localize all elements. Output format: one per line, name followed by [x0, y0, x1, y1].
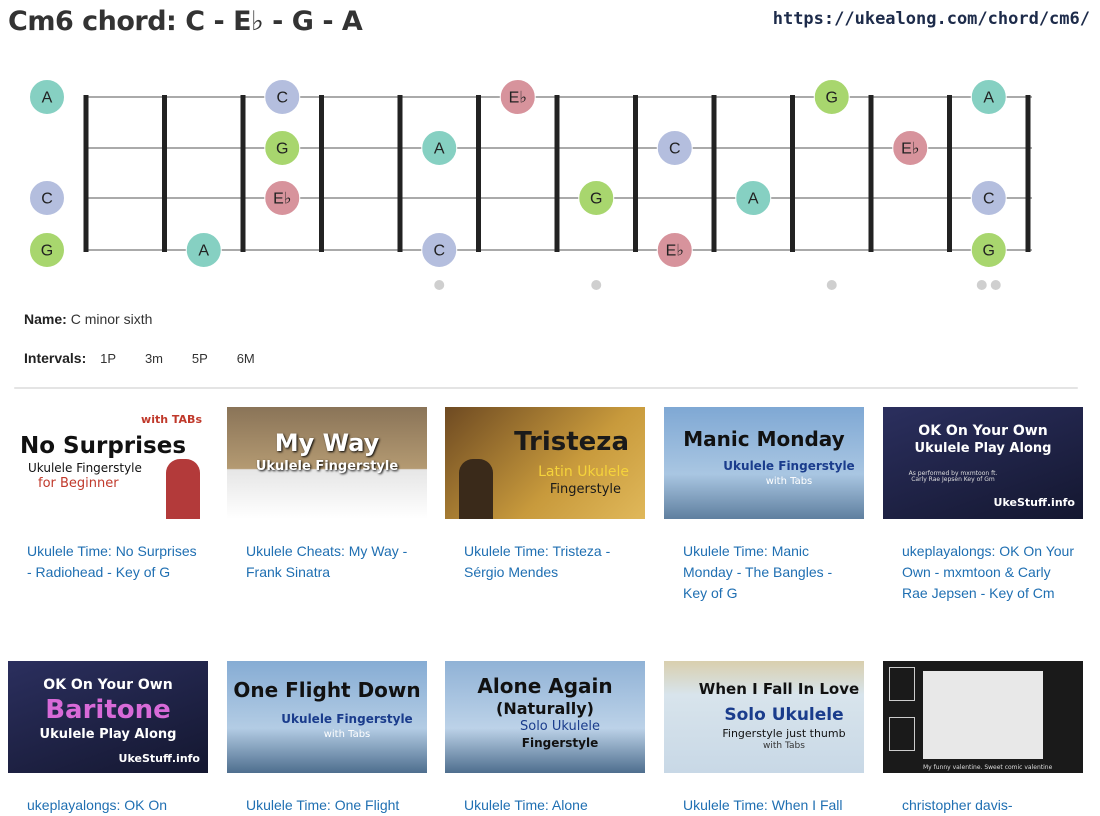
video-card[interactable]: Manic Monday Ukulele Fingerstyle with Ta…	[664, 407, 864, 604]
note-label: A	[748, 191, 759, 208]
video-card[interactable]: OK On Your Own Baritone Ukulele Play Alo…	[8, 661, 208, 816]
video-card[interactable]: Tristeza Latin Ukulele Fingerstyle Ukule…	[445, 407, 645, 583]
note-label: A	[434, 141, 445, 158]
intervals-row: Intervals: 1P 3m 5P 6M	[24, 350, 255, 366]
video-link[interactable]: Ukulele Cheats: My Way - Frank Sinatra	[246, 541, 418, 583]
note-label: G	[41, 243, 53, 260]
video-link[interactable]: christopher davis-	[902, 795, 1074, 816]
video-link[interactable]: Ukulele Time: Manic Monday - The Bangles…	[683, 541, 855, 604]
video-card[interactable]: My Way Ukulele Fingerstyle Ukulele Cheat…	[227, 407, 427, 583]
video-card[interactable]: One Flight Down Ukulele Fingerstyle with…	[227, 661, 427, 816]
video-thumbnail[interactable]: OK On Your Own Ukulele Play Along As per…	[883, 407, 1083, 519]
interval-item: 5P	[191, 351, 208, 366]
person-figure	[459, 459, 493, 519]
chord-grid-icon	[889, 667, 915, 701]
video-link[interactable]: ukeplayalongs: OK On Your Own - mxmtoon …	[902, 541, 1074, 604]
note-label: E♭	[901, 141, 919, 158]
note-label: E♭	[273, 191, 291, 208]
name-label: Name:	[24, 311, 67, 327]
note-label: E♭	[509, 90, 527, 107]
video-link[interactable]: Ukulele Time: Alone	[464, 795, 636, 816]
note-label: E♭	[666, 243, 684, 260]
video-card[interactable]: Alone Again (Naturally) Solo Ukulele Fin…	[445, 661, 645, 816]
video-thumbnail[interactable]: Manic Monday Ukulele Fingerstyle with Ta…	[664, 407, 864, 519]
chord-name-value: C minor sixth	[70, 311, 153, 327]
page-title: Cm6 chord: C - E♭ - G - A	[8, 6, 363, 37]
note-label: G	[826, 90, 838, 107]
video-card[interactable]: No Surprises with TABs Ukulele Fingersty…	[8, 407, 208, 583]
fret-marker	[826, 280, 837, 290]
video-thumbnail[interactable]: One Flight Down Ukulele Fingerstyle with…	[227, 661, 427, 773]
page-url[interactable]: https://ukealong.com/chord/cm6/	[773, 9, 1090, 29]
note-label: A	[983, 90, 994, 107]
note-label: G	[276, 141, 288, 158]
video-link[interactable]: Ukulele Time: No Surprises - Radiohead -…	[27, 541, 199, 583]
fretboard-diagram: A C G C E♭ G A G A C E♭ E♭ G A C A C E♭ G	[29, 79, 1032, 290]
video-thumbnail[interactable]: When I Fall In Love Solo Ukulele Fingers…	[664, 661, 864, 773]
video-card[interactable]: When I Fall In Love Solo Ukulele Fingers…	[664, 661, 864, 816]
interval-item: 3m	[144, 351, 163, 366]
video-link[interactable]: Ukulele Time: Tristeza - Sérgio Mendes	[464, 541, 636, 583]
note-label: G	[590, 191, 602, 208]
video-link[interactable]: ukeplayalongs: OK On	[27, 795, 199, 816]
video-thumbnail[interactable]: Tristeza Latin Ukulele Fingerstyle	[445, 407, 645, 519]
video-frame	[923, 671, 1043, 759]
note-label: A	[198, 243, 209, 260]
note-label: C	[669, 141, 681, 158]
fret-marker	[591, 280, 602, 290]
interval-item: 1P	[100, 351, 117, 366]
note-label: C	[41, 191, 53, 208]
fret-marker	[434, 280, 445, 290]
video-thumbnail[interactable]: OK On Your Own Baritone Ukulele Play Alo…	[8, 661, 208, 773]
video-thumbnail[interactable]: No Surprises with TABs Ukulele Fingersty…	[8, 407, 208, 519]
video-card[interactable]: OK On Your Own Ukulele Play Along As per…	[883, 407, 1083, 604]
person-figure	[166, 459, 200, 519]
fret-marker	[990, 280, 1001, 290]
interval-item: 6M	[236, 351, 255, 366]
video-thumbnail[interactable]: Alone Again (Naturally) Solo Ukulele Fin…	[445, 661, 645, 773]
video-card[interactable]: My funny valentine. Sweet comic valentin…	[883, 661, 1083, 816]
section-divider	[14, 387, 1078, 389]
video-thumbnail[interactable]: My funny valentine. Sweet comic valentin…	[883, 661, 1083, 773]
note-label: C	[433, 243, 445, 260]
chord-name-row: Name: C minor sixth	[24, 311, 152, 327]
video-thumbnail[interactable]: My Way Ukulele Fingerstyle	[227, 407, 427, 519]
video-link[interactable]: Ukulele Time: One Flight	[246, 795, 418, 816]
fret-marker	[976, 280, 987, 290]
video-link[interactable]: Ukulele Time: When I Fall	[683, 795, 855, 816]
intervals-label: Intervals:	[24, 350, 87, 366]
note-label: G	[983, 243, 995, 260]
note-label: A	[42, 90, 53, 107]
note-label: C	[983, 191, 995, 208]
note-label: C	[276, 90, 288, 107]
chord-grid-icon	[889, 717, 915, 751]
